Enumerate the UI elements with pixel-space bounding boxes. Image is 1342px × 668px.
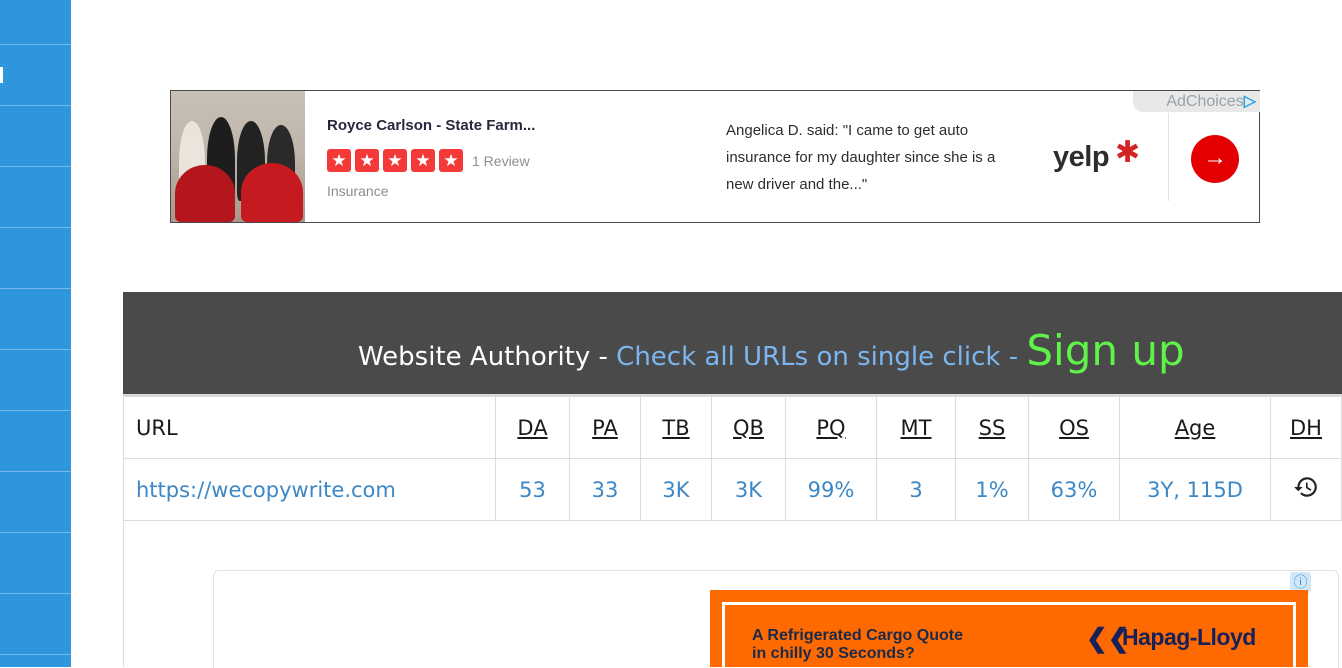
column-header-dh[interactable]: DH: [1270, 396, 1342, 459]
column-header-os[interactable]: OS: [1028, 396, 1120, 459]
ad-divider: [1168, 113, 1169, 201]
yelp-logo[interactable]: yelp: [1053, 141, 1110, 174]
business-category: Insurance: [327, 183, 389, 199]
sidebar-divider: [0, 410, 71, 411]
ad-headline-line2: in chilly 30 Seconds?: [752, 645, 915, 662]
age-value[interactable]: 3Y, 115D: [1119, 458, 1271, 521]
ss-value[interactable]: 1%: [955, 458, 1029, 521]
yelp-ad-banner[interactable]: Royce Carlson - State Farm... ★ ★ ★ ★ ★ …: [170, 90, 1260, 223]
sidebar-divider: [0, 532, 71, 533]
star-rating: ★ ★ ★ ★ ★: [327, 149, 463, 172]
arrow-right-icon[interactable]: →: [1191, 135, 1239, 183]
yelp-burst-icon: ✱: [1115, 136, 1141, 169]
adchoices-icon: ▷: [1243, 93, 1256, 110]
pq-value[interactable]: 99%: [785, 458, 877, 521]
star-icon: ★: [355, 149, 379, 172]
business-team-photo[interactable]: [171, 91, 305, 222]
star-icon: ★: [327, 149, 351, 172]
tb-value[interactable]: 3K: [640, 458, 712, 521]
sidebar-divider: [0, 288, 71, 289]
review-quote[interactable]: Angelica D. said: "I came to get auto in…: [726, 117, 1006, 198]
column-header-tb[interactable]: TB: [640, 396, 712, 459]
adchoices-label: AdChoices: [1166, 93, 1244, 110]
column-header-qb[interactable]: QB: [711, 396, 786, 459]
sidebar-divider: [0, 471, 71, 472]
adchoices-button[interactable]: AdChoices▷: [1133, 91, 1260, 112]
ad-headline: A Refrigerated Cargo Quote in chilly 30 …: [752, 627, 963, 663]
column-header-age[interactable]: Age: [1119, 396, 1271, 459]
left-sidebar: [0, 0, 71, 667]
authority-header: Website Authority - Check all URLs on si…: [123, 292, 1342, 396]
column-header-ss[interactable]: SS: [955, 396, 1029, 459]
star-icon: ★: [383, 149, 407, 172]
ad-headline-line1: A Refrigerated Cargo Quote: [752, 627, 963, 644]
sidebar-divider: [0, 349, 71, 350]
hapag-lloyd-ad[interactable]: A Refrigerated Cargo Quote in chilly 30 …: [710, 590, 1308, 667]
sidebar-divider: [0, 105, 71, 106]
qb-value[interactable]: 3K: [711, 458, 786, 521]
table-row: https://wecopywrite.com 53 33 3K 3K 99% …: [123, 458, 1342, 521]
history-icon[interactable]: [1293, 474, 1319, 500]
table-header-row: URL DA PA TB QB PQ MT SS OS Age DH: [123, 396, 1342, 459]
url-link[interactable]: https://wecopywrite.com: [123, 458, 496, 521]
authority-title-text: Website Authority -: [358, 342, 617, 372]
column-header-pq[interactable]: PQ: [785, 396, 877, 459]
review-count: 1 Review: [472, 153, 530, 169]
pa-value[interactable]: 33: [569, 458, 641, 521]
sidebar-divider: [0, 227, 71, 228]
os-value[interactable]: 63%: [1028, 458, 1120, 521]
column-header-mt[interactable]: MT: [876, 396, 956, 459]
sidebar-active-marker: [0, 67, 3, 83]
sign-up-link[interactable]: Sign up: [1026, 326, 1184, 375]
sidebar-divider: [0, 593, 71, 594]
check-all-urls-link[interactable]: Check all URLs on single click -: [616, 342, 1026, 372]
sidebar-divider: [0, 166, 71, 167]
authority-title: Website Authority - Check all URLs on si…: [358, 326, 1185, 375]
authority-table: URL DA PA TB QB PQ MT SS OS Age DH https…: [123, 396, 1342, 521]
star-icon: ★: [411, 149, 435, 172]
mt-value[interactable]: 3: [876, 458, 956, 521]
domain-history-cell[interactable]: [1270, 458, 1342, 521]
sidebar-divider: [0, 44, 71, 45]
column-header-url: URL: [123, 396, 496, 459]
star-icon: ★: [439, 149, 463, 172]
column-header-da[interactable]: DA: [495, 396, 570, 459]
business-name[interactable]: Royce Carlson - State Farm...: [327, 117, 535, 134]
da-value[interactable]: 53: [495, 458, 570, 521]
hapag-lloyd-logo: Hapag-Lloyd: [1122, 624, 1256, 650]
sidebar-divider: [0, 654, 71, 655]
column-header-pa[interactable]: PA: [569, 396, 641, 459]
